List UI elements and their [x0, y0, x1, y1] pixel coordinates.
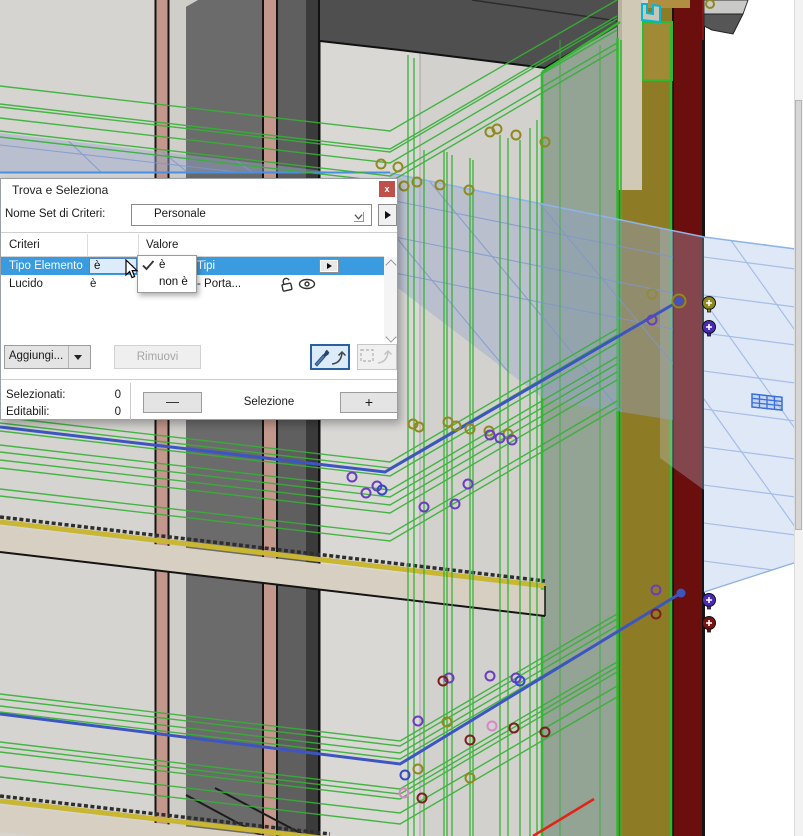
- operator-dropdown-menu[interactable]: è non è: [137, 255, 197, 293]
- eyedropper-icon: [315, 351, 329, 367]
- mouse-cursor: [125, 259, 139, 279]
- marquee-icon: [361, 350, 373, 361]
- arrow-down-icon: [74, 355, 82, 360]
- deselect-button[interactable]: —: [143, 392, 202, 413]
- editable-count-value: 0: [96, 406, 121, 418]
- criterion-value: - Porta...: [197, 278, 241, 290]
- window-vertical-scrollbar[interactable]: [794, 0, 803, 836]
- separator: [1, 379, 397, 380]
- close-button[interactable]: x: [379, 181, 395, 197]
- pick-up-settings-button[interactable]: [310, 344, 350, 370]
- scroll-down-icon[interactable]: [385, 331, 396, 342]
- footer-divider: [130, 383, 131, 420]
- check-icon: [142, 260, 155, 271]
- curved-arrow-icon: [332, 352, 346, 364]
- grid-element-icon[interactable]: [752, 394, 782, 410]
- separator: [1, 232, 397, 233]
- dialog-titlebar[interactable]: Trova e Seleziona x: [1, 179, 397, 200]
- column-divider: [87, 234, 88, 256]
- add-criteria-button[interactable]: Aggiungi...: [4, 345, 91, 369]
- criterion-value: Tipi: [197, 260, 215, 272]
- menu-item-label: non è: [159, 276, 188, 288]
- select-button[interactable]: +: [340, 392, 398, 413]
- scrollbar-thumb[interactable]: [795, 100, 802, 530]
- add-button-label: Aggiungi...: [5, 350, 67, 362]
- marquee-select-button[interactable]: [357, 344, 397, 370]
- column-divider: [138, 234, 139, 256]
- unlock-icon[interactable]: [278, 277, 295, 292]
- arrow-right-icon: [385, 211, 391, 219]
- application-window: Trova e Seleziona x Nome Set di Criteri:…: [0, 0, 803, 836]
- operator-value: è: [94, 260, 100, 272]
- menu-item-label: è: [159, 259, 165, 271]
- remove-criteria-button[interactable]: Rimuovi: [114, 345, 201, 369]
- selected-count-value: 0: [96, 389, 121, 401]
- value-menu-button[interactable]: [319, 259, 339, 273]
- curved-arrow-icon: [378, 351, 392, 363]
- eye-icon[interactable]: [298, 277, 316, 291]
- criterion-name: Lucido: [9, 278, 43, 290]
- operator-value: è: [90, 278, 96, 290]
- criteria-set-label: Nome Set di Criteri:: [5, 208, 105, 220]
- arrow-right-icon: [327, 263, 332, 269]
- criteria-set-combobox[interactable]: Personale: [131, 204, 372, 226]
- dialog-title: Trova e Seleziona: [12, 183, 108, 197]
- editable-count-label: Editabili:: [6, 406, 49, 418]
- selection-label: Selezione: [221, 396, 317, 408]
- criteria-set-menu-button[interactable]: [378, 204, 397, 226]
- selected-count-label: Selezionati:: [6, 389, 65, 401]
- button-split-divider: [68, 346, 69, 368]
- node-dot[interactable]: [675, 297, 683, 305]
- chevron-down-icon: [354, 212, 364, 222]
- find-and-select-dialog[interactable]: Trova e Seleziona x Nome Set di Criteri:…: [0, 178, 398, 420]
- scroll-up-icon[interactable]: [385, 259, 396, 270]
- list-scrollbar[interactable]: [384, 257, 397, 339]
- node-dot[interactable]: [677, 589, 686, 598]
- column-header-criteria: Criteri: [9, 239, 40, 251]
- criterion-name: Tipo Elemento: [9, 260, 83, 272]
- criteria-set-value: Personale: [154, 208, 206, 220]
- column-header-value: Valore: [146, 239, 178, 251]
- menu-item-e[interactable]: è: [138, 257, 196, 274]
- menu-item-non-e[interactable]: non è: [138, 274, 196, 291]
